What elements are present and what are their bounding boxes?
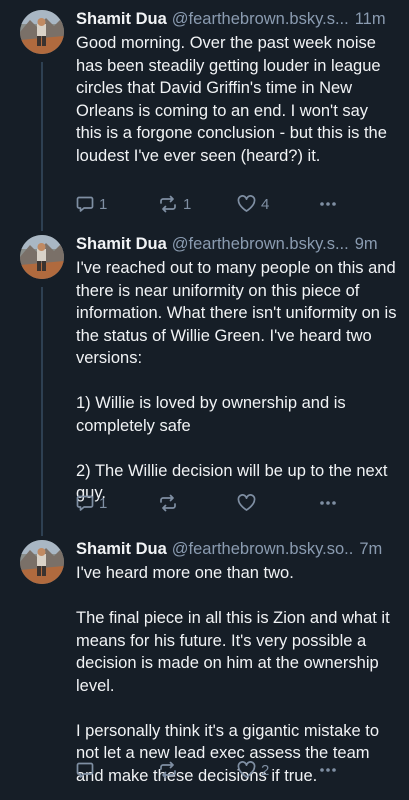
reply-button[interactable] <box>76 758 99 782</box>
ellipsis-icon <box>320 768 336 772</box>
ellipsis-icon <box>320 501 336 505</box>
reply-button[interactable]: 1 <box>76 192 107 216</box>
post-paragraph: The final piece in all this is Zion and … <box>76 609 390 695</box>
like-button[interactable] <box>237 491 261 515</box>
like-button[interactable]: 2 <box>237 758 269 782</box>
speech-bubble-icon <box>76 762 94 778</box>
post[interactable]: Shamit Dua @fearthebrown.bsky.s... 9m I'… <box>0 225 409 530</box>
post-header: Shamit Dua @fearthebrown.bsky.s... 11m <box>76 8 395 30</box>
post-paragraph: Good morning. Over the past week noise h… <box>76 34 387 165</box>
post-header: Shamit Dua @fearthebrown.bsky.s... 9m <box>76 233 395 255</box>
author-handle[interactable]: @fearthebrown.bsky.so.. <box>172 538 354 560</box>
author-handle[interactable]: @fearthebrown.bsky.s... <box>172 233 349 255</box>
reply-count: 1 <box>99 195 108 213</box>
post-actions: 2 <box>76 758 396 782</box>
avatar[interactable] <box>20 235 64 279</box>
avatar-image <box>20 10 64 54</box>
more-options-button[interactable] <box>318 192 338 216</box>
post-paragraph: 1) Willie is loved by ownership and is c… <box>76 394 346 435</box>
like-count: 4 <box>261 195 270 213</box>
avatar-image <box>20 235 64 279</box>
post[interactable]: Shamit Dua @fearthebrown.bsky.s... 11m G… <box>0 0 409 225</box>
heart-outline-icon <box>237 761 256 778</box>
repost-button[interactable]: 1 <box>158 192 191 216</box>
avatar-image <box>20 540 64 584</box>
post-time[interactable]: 11m <box>355 8 386 30</box>
heart-outline-icon <box>237 494 256 511</box>
post-text: I've reached out to many people on this … <box>76 257 398 505</box>
post-header: Shamit Dua @fearthebrown.bsky.so.. 7m <box>76 538 395 560</box>
post-time[interactable]: 7m <box>359 538 382 560</box>
thread-line <box>41 225 43 231</box>
like-button[interactable]: 4 <box>237 192 269 216</box>
thread-line <box>41 287 43 530</box>
speech-bubble-icon <box>76 495 94 511</box>
post-time[interactable]: 9m <box>355 233 378 255</box>
ellipsis-icon <box>320 202 336 206</box>
repost-arrows-icon <box>160 195 176 213</box>
more-options-button[interactable] <box>318 758 338 782</box>
repost-button[interactable] <box>158 758 183 782</box>
post-text: I've heard more one than two. The final … <box>76 562 398 787</box>
repost-button[interactable] <box>158 491 183 515</box>
reply-button[interactable]: 1 <box>76 491 107 515</box>
thread-line <box>41 530 43 536</box>
more-options-button[interactable] <box>318 491 338 515</box>
avatar[interactable] <box>20 540 64 584</box>
like-count: 2 <box>261 761 270 779</box>
heart-outline-icon <box>237 195 256 212</box>
repost-count: 1 <box>183 195 192 213</box>
post-paragraph: I've reached out to many people on this … <box>76 259 397 367</box>
reply-count: 1 <box>99 494 108 512</box>
post-paragraph: I've heard more one than two. <box>76 564 294 582</box>
speech-bubble-icon <box>76 196 94 212</box>
author-name[interactable]: Shamit Dua <box>76 8 167 30</box>
repost-arrows-icon <box>160 494 176 512</box>
post-actions: 1 1 4 <box>76 192 396 216</box>
author-name[interactable]: Shamit Dua <box>76 538 167 560</box>
post[interactable]: Shamit Dua @fearthebrown.bsky.so.. 7m I'… <box>0 530 409 800</box>
post-text: Good morning. Over the past week noise h… <box>76 32 398 167</box>
post-actions: 1 <box>76 491 396 515</box>
author-handle[interactable]: @fearthebrown.bsky.s... <box>172 8 349 30</box>
thread-line <box>41 62 43 225</box>
avatar[interactable] <box>20 10 64 54</box>
repost-arrows-icon <box>160 761 176 779</box>
author-name[interactable]: Shamit Dua <box>76 233 167 255</box>
